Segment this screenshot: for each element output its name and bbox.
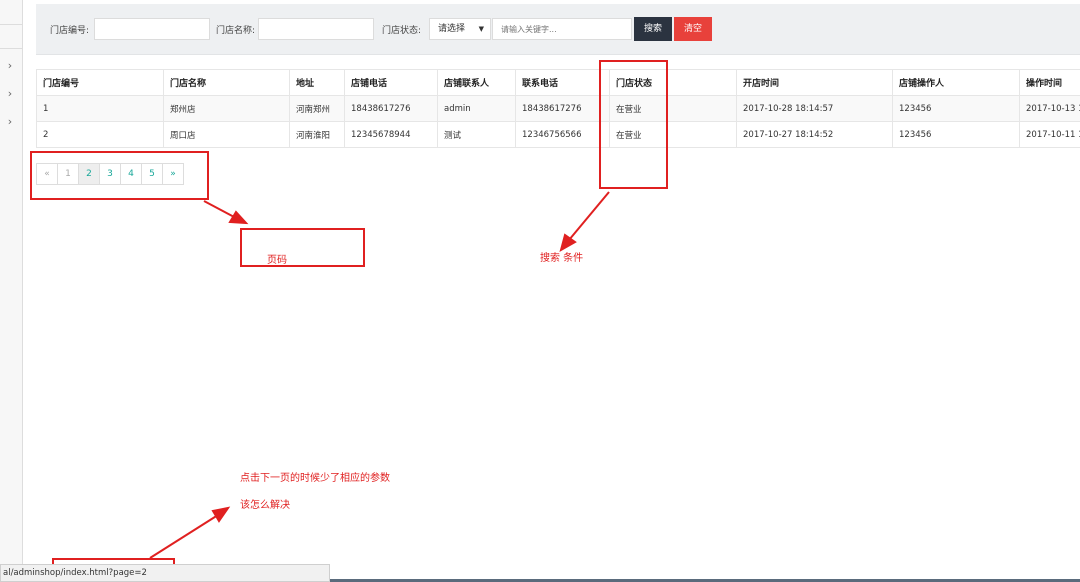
annotation-arrows	[149, 191, 610, 559]
arrow-head	[559, 233, 577, 253]
arrow-line	[568, 191, 610, 241]
arrow-line	[149, 514, 219, 559]
page-label-note: 页码	[267, 255, 287, 266]
search-condition-note: 搜索 条件	[540, 253, 584, 264]
question-note-line2: 该怎么解决	[240, 500, 290, 511]
arrow-head	[228, 210, 249, 225]
browser-status-bar: al/adminshop/index.html?page=2	[0, 564, 330, 582]
question-note-line1: 点击下一页的时候少了相应的参数	[240, 473, 390, 484]
arrow-head	[211, 506, 231, 523]
status-url: al/adminshop/index.html?page=2	[3, 568, 147, 578]
arrow-line	[203, 200, 237, 219]
